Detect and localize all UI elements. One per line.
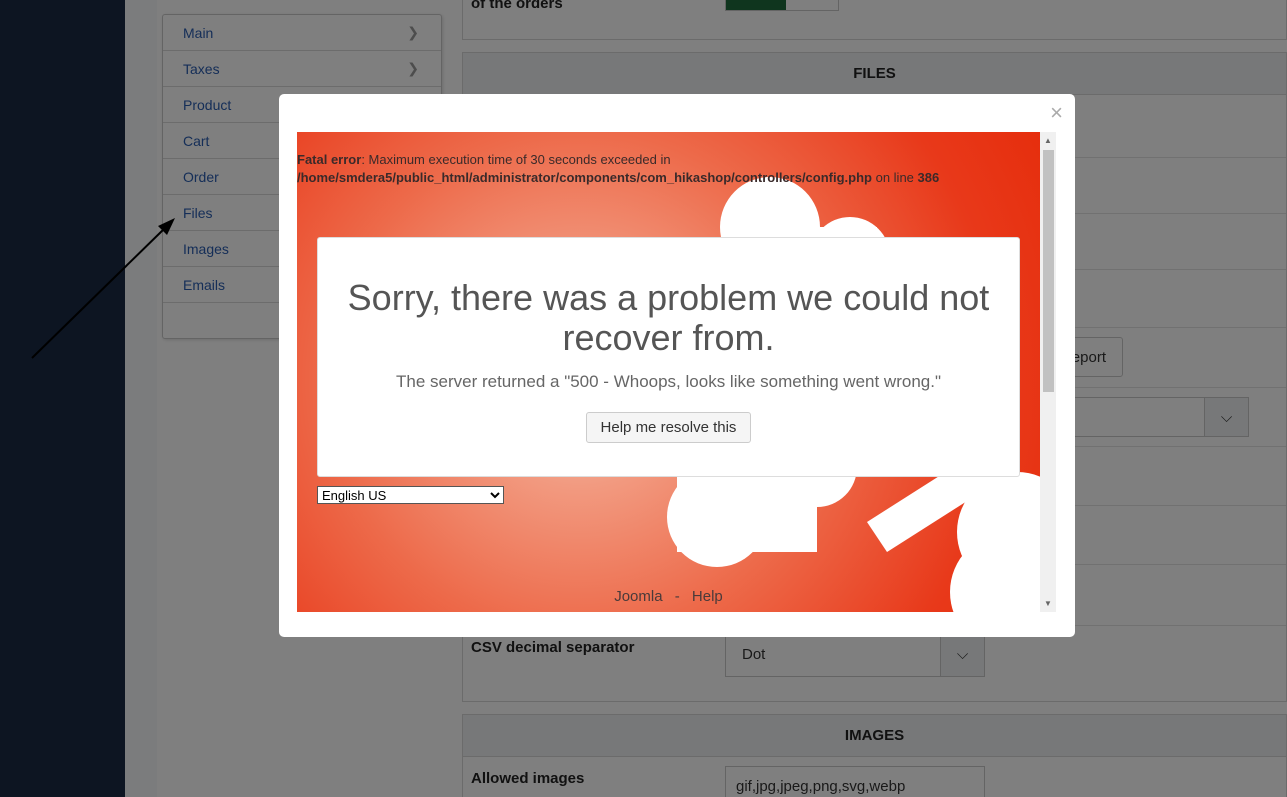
scroll-up-icon[interactable]: ▲ xyxy=(1044,136,1052,145)
error-footer: Joomla - Help xyxy=(297,588,1040,605)
server-message: The server returned a "500 - Whoops, loo… xyxy=(396,372,941,391)
error-page-background: Fatal error: Maximum execution time of 3… xyxy=(297,132,1040,612)
help-me-resolve-button[interactable]: Help me resolve this xyxy=(585,412,752,443)
footer-separator: - xyxy=(674,588,680,605)
footer-link-help[interactable]: Help xyxy=(692,588,723,605)
fatal-error-line: 386 xyxy=(917,170,940,185)
fatal-error-online: on line xyxy=(871,170,918,185)
fatal-error-text: : Maximum execution time of 30 seconds e… xyxy=(361,152,671,167)
error-heading: Sorry, there was a problem we could not … xyxy=(347,277,990,358)
close-icon[interactable]: × xyxy=(1050,100,1063,126)
language-select[interactable]: English US xyxy=(317,486,504,504)
fatal-error-message: Fatal error: Maximum execution time of 3… xyxy=(297,151,1037,187)
footer-link-joomla[interactable]: Joomla xyxy=(614,588,662,605)
error-modal: × Fatal error: Maximum execution time of… xyxy=(279,94,1075,637)
scrollbar-thumb[interactable] xyxy=(1043,150,1054,392)
scroll-down-icon[interactable]: ▼ xyxy=(1044,599,1052,608)
error-card: Sorry, there was a problem we could not … xyxy=(317,237,1020,477)
iframe-scrollbar[interactable]: ▲ ▼ xyxy=(1040,132,1056,612)
fatal-error-path: /home/smdera5/public_html/administrator/… xyxy=(297,170,872,185)
fatal-error-label: Fatal error xyxy=(297,152,362,167)
error-iframe: Fatal error: Maximum execution time of 3… xyxy=(297,132,1056,612)
